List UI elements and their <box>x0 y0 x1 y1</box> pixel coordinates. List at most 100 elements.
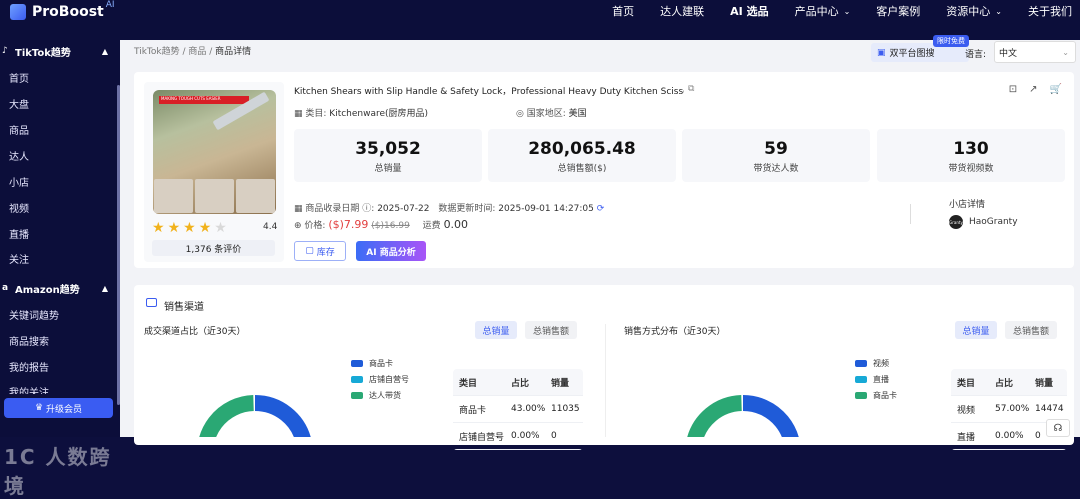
help-icon[interactable]: ⓘ <box>362 204 371 214</box>
nav-item-creator[interactable]: 达人建联 <box>660 3 704 19</box>
table-cell: 11035 <box>551 404 580 414</box>
table-cell: 店铺自营号 <box>459 432 505 443</box>
stat-total-revenue: 280,065.48 总销售额($) <box>488 129 676 182</box>
stat-label: 带货达人数 <box>753 164 799 174</box>
divider <box>605 324 606 437</box>
main-nav: 首页 达人建联 AI 选品 产品中心 ⌄ 客户案例 资源中心 ⌄ 关于我们 <box>586 0 1072 22</box>
upgrade-button[interactable]: ♛ 升级会员 <box>4 398 113 418</box>
product-actions: ⊡ ↗ 🛒 <box>997 84 1062 95</box>
calendar-icon: ▦ <box>294 204 306 214</box>
sidebar-item-live[interactable]: 直播 <box>9 226 29 241</box>
sales-method-donut-chart <box>687 395 799 437</box>
stat-label: 总销售额($) <box>557 164 607 174</box>
channel-donut-chart <box>199 395 311 437</box>
category-value: Kitchenware(厨房用品) <box>329 109 429 119</box>
table-cell: 57.00% <box>995 404 1030 414</box>
chevron-up-icon: ▲ <box>101 46 108 56</box>
sidebar-item-overview[interactable]: 大盘 <box>9 96 29 111</box>
donut-slice-0[interactable] <box>254 395 311 437</box>
table-cell: 商品卡 <box>459 405 487 416</box>
logo[interactable]: ProBoost AI <box>10 0 115 20</box>
star-filled-icon: ★ <box>152 220 165 236</box>
thumbnail[interactable] <box>154 179 193 213</box>
nav-item-products[interactable]: 产品中心 ⌄ <box>795 3 851 19</box>
cart-icon[interactable]: 🛒 <box>1050 84 1062 95</box>
stat-total-sales: 35,052 总销量 <box>294 129 482 182</box>
refresh-icon[interactable]: ⟳ <box>597 204 605 214</box>
legend-swatch <box>351 391 363 399</box>
sidebar-section-title: Amazon趋势 <box>15 284 80 296</box>
language-select[interactable]: 中文 ⌄ <box>994 41 1076 63</box>
record-date: 2025-07-22 <box>377 204 430 214</box>
copy-icon[interactable]: ⧉ <box>688 84 694 94</box>
nav-item-about[interactable]: 关于我们 <box>1028 3 1072 19</box>
right-data-table: 类目 占比 销量 视频 57.00% 14474 直播 0.00% 0 <box>951 369 1067 450</box>
rating-value: 4.4 <box>263 222 278 232</box>
stock-button[interactable]: ▢ 库存 <box>294 241 346 261</box>
toggle-total-sales[interactable]: 总销量 <box>955 321 997 339</box>
toggle-total-revenue[interactable]: 总销售额 <box>525 321 577 339</box>
legend-swatch <box>351 359 363 367</box>
customer-service-button[interactable]: ☊ <box>1046 419 1070 437</box>
stat-value: 280,065.48 <box>528 139 636 159</box>
image-banner: MAKING TOUGH CUTS EASIER <box>159 96 249 104</box>
star-filled-icon: ★ <box>167 220 181 236</box>
sidebar-item-videos[interactable]: 视频 <box>9 200 29 215</box>
toggle-total-revenue[interactable]: 总销售额 <box>1005 321 1057 339</box>
bookmark-icon[interactable]: ⊡ <box>1009 84 1017 95</box>
legend-item[interactable]: 达人带货 <box>351 387 409 403</box>
legend-item[interactable]: 商品卡 <box>855 387 897 403</box>
crown-icon: ♛ <box>34 403 44 413</box>
headset-icon: ☊ <box>1053 422 1063 434</box>
box-icon: ▢ <box>305 246 314 256</box>
sidebar-item-shops[interactable]: 小店 <box>9 174 29 189</box>
price-original: ($)16.99 <box>371 221 410 231</box>
sidebar-section-tiktok[interactable]: ♪ TikTok趋势 ▲ <box>0 40 120 62</box>
nav-item-cases[interactable]: 客户案例 <box>876 3 920 19</box>
watermark: 1C 人数跨境 <box>4 445 112 498</box>
product-image[interactable]: MAKING TOUGH CUTS EASIER <box>153 90 276 214</box>
stock-label: 库存 <box>316 247 335 258</box>
sidebar-item-my-follows[interactable]: 我的关注 <box>9 384 49 394</box>
sidebar-item-product-search[interactable]: 商品搜索 <box>9 333 49 348</box>
table-cell: 14474 <box>1035 404 1064 414</box>
thumbnail[interactable] <box>195 179 234 213</box>
legend-swatch <box>855 359 867 367</box>
legend-item[interactable]: 视频 <box>855 355 897 371</box>
sidebar-section-amazon[interactable]: a Amazon趋势 ▲ <box>0 277 120 299</box>
legend-swatch <box>855 391 867 399</box>
sidebar-item-keyword-trend[interactable]: 关键词趋势 <box>9 307 59 322</box>
left-chart-title: 成交渠道占比（近30天） <box>144 327 246 337</box>
legend-item[interactable]: 直播 <box>855 371 897 387</box>
chevron-up-icon: ▲ <box>101 283 108 293</box>
sidebar-item-creators[interactable]: 达人 <box>9 148 29 163</box>
chart-icon <box>146 298 157 307</box>
nav-item-ai-select[interactable]: AI 选品 <box>730 3 768 19</box>
legend-item[interactable]: 商品卡 <box>351 355 409 371</box>
legend-label: 商品卡 <box>369 358 393 368</box>
stat-value: 130 <box>953 139 989 159</box>
sidebar-item-products[interactable]: 商品 <box>9 122 29 137</box>
nav-item-resources[interactable]: 资源中心 ⌄ <box>946 3 1002 19</box>
legend-item[interactable]: 店铺自营号 <box>351 371 409 387</box>
sidebar-item-follow[interactable]: 关注 <box>9 251 29 266</box>
sidebar-item-my-reports[interactable]: 我的报告 <box>9 359 49 374</box>
shop-name[interactable]: HaoGranty <box>969 217 1018 227</box>
table-cell: 0.00% <box>511 431 540 441</box>
thumbnail[interactable] <box>236 179 275 213</box>
sidebar-item-home[interactable]: 首页 <box>9 70 29 85</box>
ai-analysis-button[interactable]: AI 商品分析 <box>356 241 426 261</box>
chevron-down-icon: ⌄ <box>995 6 1002 16</box>
reviews-count[interactable]: 1,376 条评价 <box>152 240 275 256</box>
section-title: 销售渠道 <box>164 302 204 313</box>
nav-item-home[interactable]: 首页 <box>612 3 634 19</box>
divider <box>910 204 911 224</box>
donut-slice-2[interactable] <box>687 395 743 437</box>
logo-icon <box>10 4 26 20</box>
external-link-icon[interactable]: ↗ <box>1029 84 1037 95</box>
toggle-total-sales[interactable]: 总销量 <box>475 321 517 339</box>
right-chart-title: 销售方式分布（近30天） <box>624 327 726 337</box>
record-label: 商品收录日期 <box>305 204 360 214</box>
table-header: 类目 占比 销量 <box>453 369 583 396</box>
price-info: ⊕ 价格: ($)7.99 ($)16.99 运费 0.00 <box>294 218 468 231</box>
